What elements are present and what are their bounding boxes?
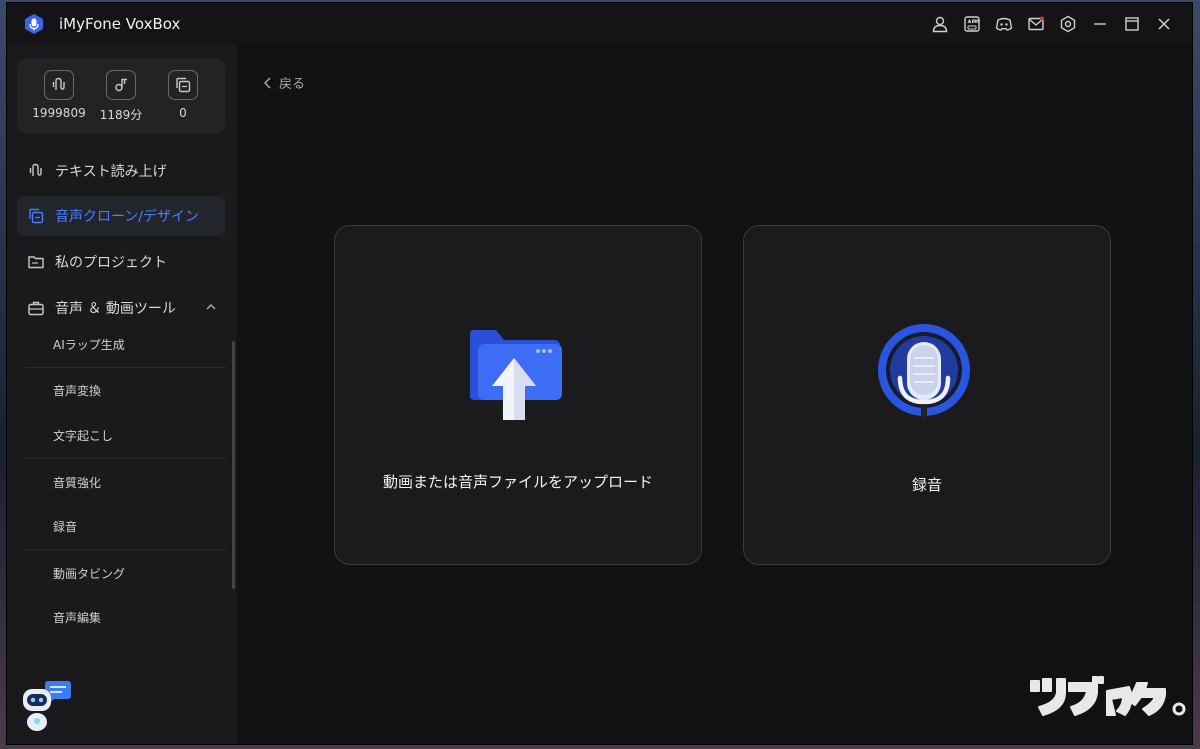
main-content: 戻る 動画または音声ファイルをアップロード 録音 [237,45,1192,744]
divider [25,549,225,550]
stat-value: 1999809 [32,106,86,120]
record-card[interactable]: 録音 [743,225,1111,565]
sidebar: 1999809 1189分 0 テキスト読み上げ 音声クローン/デザイン 私のプ… [7,45,237,744]
sub-item-audio-edit[interactable]: 音声編集 [25,595,225,640]
folder-icon [27,253,45,271]
sidebar-item-label: 私のプロジェクト [55,255,167,271]
app-icon[interactable] [956,11,988,37]
sidebar-item-label: 音声 ＆ 動画ツール [55,301,176,317]
sub-item-label: 文字起こし [53,429,114,443]
minimize-icon[interactable] [1084,11,1116,37]
audio-icon [106,70,136,100]
voxbox-logo-icon [25,14,43,34]
maximize-icon[interactable] [1116,11,1148,37]
sub-item-label: 音質強化 [53,476,102,490]
sidebar-item-voice-clone[interactable]: 音声クローン/デザイン [17,196,225,236]
close-icon[interactable] [1148,11,1180,37]
sidebar-item-my-projects[interactable]: 私のプロジェクト [17,242,225,282]
sidebar-item-tts[interactable]: テキスト読み上げ [17,151,225,191]
titlebar-icons [924,11,1180,37]
sub-item-label: 録音 [53,520,78,534]
app-window: iMyFone VoxBox 1999809 1189分 0 テキスト読み上げ … [6,2,1193,745]
toolbox-icon [27,299,45,317]
sub-item-label: AIラップ生成 [53,338,125,352]
sub-item-label: 音声変換 [53,384,102,398]
upload-card[interactable]: 動画または音声ファイルをアップロード [334,225,702,565]
microphone-icon [878,324,970,420]
stat-characters[interactable]: 1999809 [29,70,89,120]
upload-card-label: 動画または音声ファイルをアップロード [382,473,653,491]
sub-item-transcription[interactable]: 文字起こし [25,413,225,458]
sidebar-item-label: テキスト読み上げ [55,164,167,180]
app-title: iMyFone VoxBox [59,15,181,33]
back-label: 戻る [279,77,306,92]
tts-icon [44,70,74,100]
sidebar-scrollbar[interactable] [232,341,235,589]
clone-icon [27,207,45,225]
discord-icon[interactable] [988,11,1020,37]
title-bar: iMyFone VoxBox [7,3,1192,45]
sub-item-label: 音声編集 [53,611,102,625]
mail-icon[interactable] [1020,11,1052,37]
stat-value: 0 [179,106,187,120]
stat-clones[interactable]: 0 [153,70,213,120]
chatbot-icon[interactable] [21,681,73,733]
divider [25,458,225,459]
sub-item-audio-enhance[interactable]: 音質強化 [25,460,225,505]
sub-item-label: 動画タビング [53,567,126,581]
usage-stats: 1999809 1189分 0 [17,59,225,133]
user-icon[interactable] [924,11,956,37]
settings-icon[interactable] [1052,11,1084,37]
upload-folder-icon [470,330,562,420]
sub-item-recording[interactable]: 録音 [25,504,225,549]
tsubuyaku-watermark-logo [1030,676,1186,716]
stat-minutes[interactable]: 1189分 [91,70,151,123]
chevron-left-icon [263,76,271,89]
sidebar-item-label: 音声クローン/デザイン [55,209,200,225]
chevron-up-icon[interactable] [205,301,217,313]
clone-icon [168,70,198,100]
sub-item-video-dubbing[interactable]: 動画タビング [25,551,225,596]
record-card-label: 録音 [911,476,942,494]
sub-item-voice-changer[interactable]: 音声変換 [25,368,225,413]
back-button[interactable]: 戻る [263,73,305,92]
tts-icon [27,162,45,180]
stat-value: 1189分 [99,108,143,122]
sub-item-ai-rap[interactable]: AIラップ生成 [25,322,225,367]
